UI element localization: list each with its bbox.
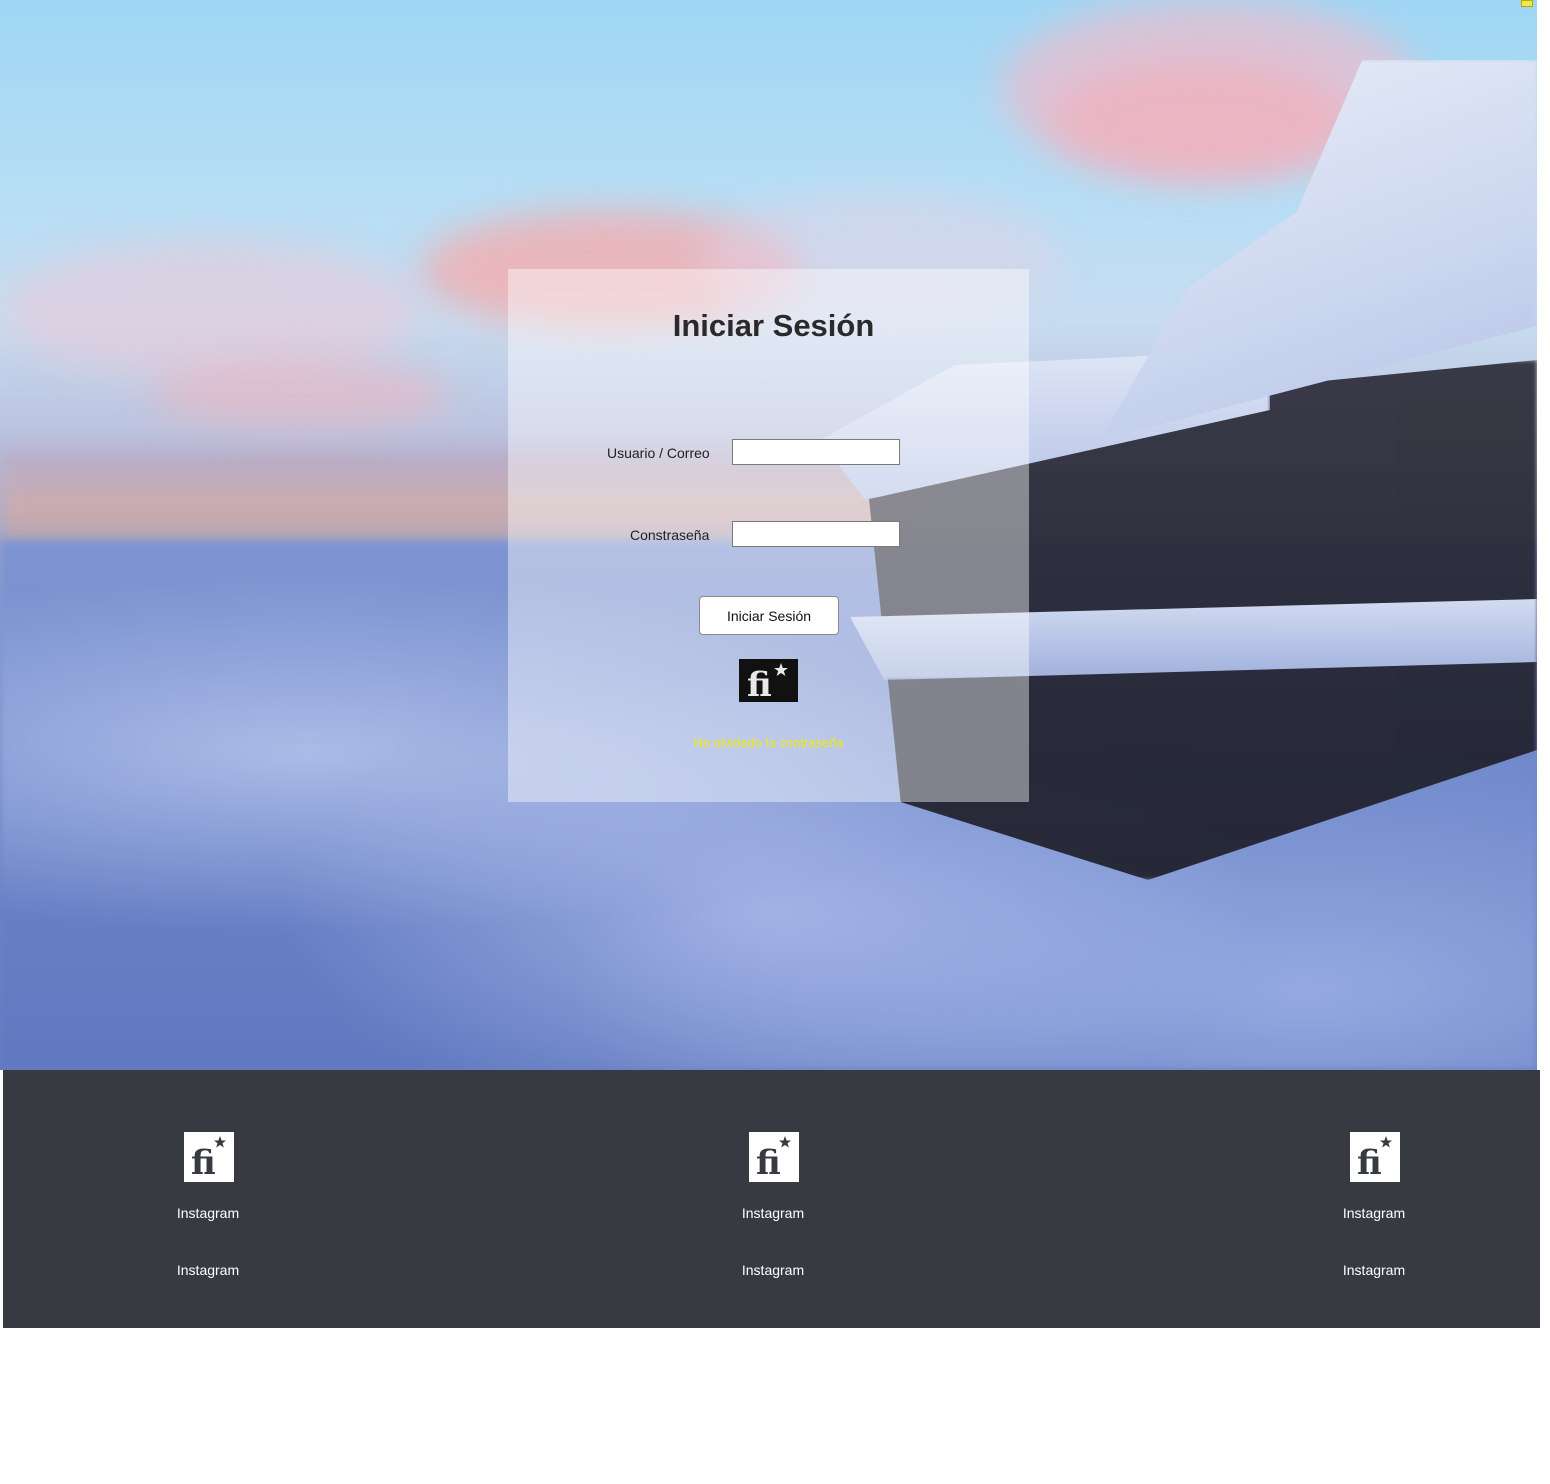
username-input[interactable] [732,439,900,465]
footer-instagram-link[interactable]: Instagram [703,1262,843,1278]
password-label: Constraseña [630,527,710,543]
fi-star-logo-icon[interactable]: fi [184,1132,234,1182]
footer-instagram-link[interactable]: Instagram [703,1205,843,1221]
password-input[interactable] [732,521,900,547]
svg-text:fi: fi [756,1143,781,1182]
fi-star-logo-icon[interactable]: fi [739,659,798,702]
footer: fi Instagram Instagram fi Instagram Inst… [3,1070,1540,1328]
footer-instagram-link[interactable]: Instagram [138,1205,278,1221]
fi-star-logo-icon[interactable]: fi [1350,1132,1400,1182]
fi-star-logo-icon[interactable]: fi [749,1132,799,1182]
footer-instagram-link[interactable]: Instagram [1304,1205,1444,1221]
login-button[interactable]: Iniciar Sesión [699,596,839,635]
footer-column: fi Instagram Instagram [703,1070,843,1328]
svg-text:fi: fi [191,1143,216,1182]
svg-text:fi: fi [1357,1143,1382,1182]
forgot-password-link[interactable]: He olvidado la contraseña [0,735,1537,750]
svg-text:fi: fi [747,665,772,702]
footer-column: fi Instagram Instagram [138,1070,278,1328]
username-label: Usuario / Correo [607,445,710,461]
corner-marker [1521,0,1533,7]
footer-column: fi Instagram Instagram [1304,1070,1444,1328]
login-title: Iniciar Sesión [672,308,875,343]
page: Iniciar Sesión Usuario / Correo Constras… [0,0,1550,1484]
footer-instagram-link[interactable]: Instagram [1304,1262,1444,1278]
footer-instagram-link[interactable]: Instagram [138,1262,278,1278]
